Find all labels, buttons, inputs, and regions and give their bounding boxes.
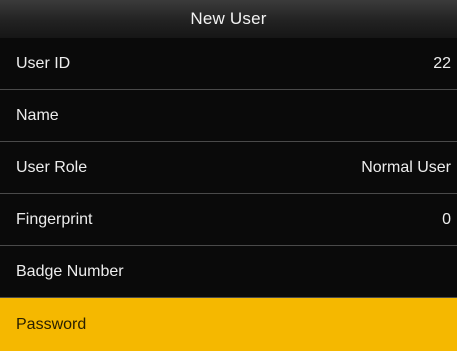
menu-item-fingerprint[interactable]: Fingerprint 0 <box>0 194 457 246</box>
new-user-screen: New User User ID 22 Name User Role Norma… <box>0 0 457 351</box>
menu-item-label: Badge Number <box>16 262 124 280</box>
menu-item-name[interactable]: Name <box>0 90 457 142</box>
menu-item-password[interactable]: Password <box>0 298 457 351</box>
menu-item-label: Password <box>16 315 87 333</box>
menu-item-label: User Role <box>16 158 88 176</box>
menu-item-badge-number[interactable]: Badge Number <box>0 246 457 298</box>
menu-item-user-id[interactable]: User ID 22 <box>0 38 457 90</box>
menu-item-label: Fingerprint <box>16 210 93 228</box>
menu-item-value: 0 <box>442 210 451 228</box>
menu-list: User ID 22 Name User Role Normal User Fi… <box>0 38 457 351</box>
menu-item-value: 22 <box>433 54 451 72</box>
menu-item-label: User ID <box>16 54 71 72</box>
menu-item-user-role[interactable]: User Role Normal User <box>0 142 457 194</box>
title-bar: New User <box>0 0 457 39</box>
menu-item-value: Normal User <box>361 158 451 176</box>
menu-item-label: Name <box>16 106 59 124</box>
page-title: New User <box>190 9 267 28</box>
